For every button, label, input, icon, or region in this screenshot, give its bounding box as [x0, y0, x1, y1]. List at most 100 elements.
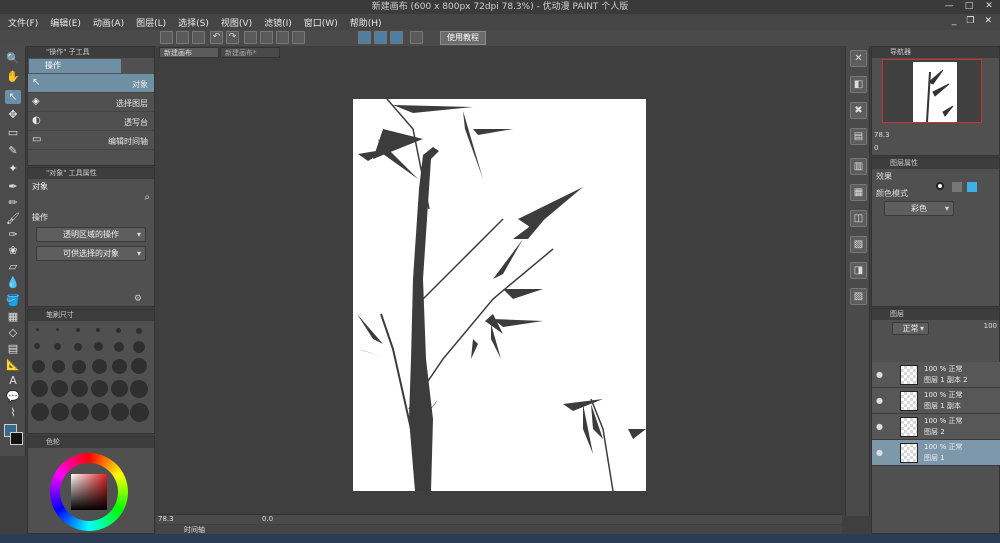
panel-icon-1[interactable]: ◧	[850, 76, 867, 93]
sub-color-swatch[interactable]	[10, 432, 23, 445]
fill-icon[interactable]	[260, 31, 273, 44]
menu-edit[interactable]: 编辑(E)	[50, 16, 81, 29]
decoration-tool-icon[interactable]: ❀	[5, 244, 21, 258]
selectable-object-dropdown[interactable]: 可供选择的对象	[36, 246, 146, 261]
brush-size-option[interactable]	[56, 328, 59, 331]
correction-tool-icon[interactable]: ⌇	[5, 406, 21, 420]
brush-size-option[interactable]	[111, 403, 129, 421]
brush-size-option[interactable]	[54, 343, 61, 350]
menu-view[interactable]: 视图(V)	[221, 16, 252, 29]
snap-ruler-icon[interactable]	[358, 31, 371, 44]
open-file-icon[interactable]	[176, 31, 189, 44]
eye-icon[interactable]: ●	[876, 396, 883, 405]
figure-tool-icon[interactable]: ◇	[5, 326, 21, 340]
settings-icon[interactable]: ⚙	[134, 294, 142, 304]
brush-size-option[interactable]	[92, 359, 107, 374]
close-panel-icon[interactable]: ✕	[850, 50, 867, 67]
autoselect-tool-icon[interactable]: ✦	[5, 162, 21, 176]
brush-size-option[interactable]	[133, 341, 145, 353]
menu-help[interactable]: 帮助(H)	[350, 16, 382, 29]
subtool-timeline[interactable]: ▭ 编辑时间轴	[28, 131, 154, 150]
tab-document-2[interactable]: 新建画布*	[220, 47, 280, 58]
snap-grid-icon[interactable]	[390, 31, 403, 44]
subtool-group-tab[interactable]: 操作	[29, 59, 121, 73]
menubar-restore-icon[interactable]: ❐	[966, 16, 974, 26]
brush-size-option[interactable]	[136, 328, 142, 334]
subtool-light-table[interactable]: ◐ 透写台	[28, 112, 154, 131]
operation-tool-icon[interactable]: ↖	[5, 90, 21, 104]
hand-tool-icon[interactable]: ✋	[5, 70, 21, 84]
brush-size-option[interactable]	[31, 380, 48, 397]
panel-icon-9[interactable]: ▨	[850, 288, 867, 305]
brush-size-option[interactable]	[130, 403, 149, 422]
close-icon[interactable]: ✕	[982, 1, 996, 12]
color-mode-dropdown[interactable]: 彩色	[884, 201, 954, 216]
selection-tool-icon[interactable]: ▭	[5, 126, 21, 140]
brush-size-option[interactable]	[91, 380, 108, 397]
frame-tool-icon[interactable]: ▤	[5, 342, 21, 356]
panel-icon-5[interactable]: ▦	[850, 184, 867, 201]
menu-file[interactable]: 文件(F)	[8, 16, 38, 29]
navigator-preview[interactable]	[882, 59, 982, 123]
brush-size-option[interactable]	[71, 403, 89, 421]
text-tool-icon[interactable]: A	[5, 374, 21, 388]
saturation-value-square[interactable]	[71, 474, 107, 510]
brush-size-option[interactable]	[52, 360, 65, 373]
airbrush-tool-icon[interactable]: ✑	[5, 228, 21, 242]
eyedropper-tool-icon[interactable]: ✎	[5, 144, 21, 158]
snap-special-ruler-icon[interactable]	[374, 31, 387, 44]
ruler-tool-icon[interactable]: 📐	[5, 358, 21, 372]
brush-size-option[interactable]	[72, 360, 86, 374]
menu-window[interactable]: 窗口(W)	[304, 16, 338, 29]
brush-size-option[interactable]	[36, 328, 39, 331]
subtool-object[interactable]: ↖ 对象	[28, 74, 154, 93]
save-icon[interactable]	[192, 31, 205, 44]
tutorial-button[interactable]: 使用教程	[440, 31, 486, 45]
tab-document-1[interactable]: 新建画布	[159, 47, 219, 58]
brush-size-option[interactable]	[111, 380, 128, 397]
panel-icon-8[interactable]: ◨	[850, 262, 867, 279]
layer-row-selected[interactable]: ● 100 % 正常 图层 1	[872, 440, 1000, 466]
layer-row[interactable]: ● 100 % 正常 图层 2	[872, 414, 1000, 440]
transparent-area-dropdown[interactable]: 透明区域的操作	[36, 227, 146, 242]
angle-readout[interactable]: 0.0	[262, 515, 273, 523]
redo-icon[interactable]: ↷	[226, 31, 239, 44]
panel-icon-7[interactable]: ▧	[850, 236, 867, 253]
brush-size-option[interactable]	[31, 403, 49, 421]
panel-icon-3[interactable]: ▤	[850, 128, 867, 145]
transform-icon[interactable]	[244, 31, 257, 44]
brush-size-option[interactable]	[91, 403, 109, 421]
blend-tool-icon[interactable]: 💧	[5, 276, 21, 290]
layer-opacity-value[interactable]: 100	[984, 322, 997, 330]
move-layer-tool-icon[interactable]: ✥	[5, 108, 21, 122]
menu-select[interactable]: 选择(S)	[178, 16, 209, 29]
brush-size-option[interactable]	[51, 403, 69, 421]
menu-filter[interactable]: 滤镜(I)	[264, 16, 292, 29]
menubar-minimize-icon[interactable]: _	[952, 16, 957, 26]
balloon-tool-icon[interactable]: 💬	[5, 390, 21, 404]
brush-size-option[interactable]	[112, 359, 127, 374]
property-search-icon[interactable]: ⌕	[144, 192, 150, 203]
eraser-tool-icon[interactable]: ▱	[5, 260, 21, 274]
menu-layer[interactable]: 图层(L)	[136, 16, 166, 29]
panel-icon-6[interactable]: ◫	[850, 210, 867, 227]
navigator-angle[interactable]: 0	[874, 144, 878, 152]
menu-animation[interactable]: 动画(A)	[93, 16, 124, 29]
brush-size-option[interactable]	[116, 328, 121, 333]
eye-icon[interactable]: ●	[876, 370, 883, 379]
brush-size-option[interactable]	[94, 342, 103, 351]
minimize-icon[interactable]: —	[942, 1, 956, 12]
hue-ring[interactable]	[50, 453, 128, 531]
zoom-readout[interactable]: 78.3	[158, 515, 174, 523]
brush-size-option[interactable]	[51, 380, 68, 397]
maximize-icon[interactable]: □	[962, 1, 976, 12]
brush-size-option[interactable]	[32, 360, 45, 373]
eye-icon[interactable]: ●	[876, 448, 883, 457]
brush-size-option[interactable]	[131, 358, 147, 374]
rotate-icon[interactable]	[276, 31, 289, 44]
drawing-canvas[interactable]	[353, 99, 646, 491]
eye-icon[interactable]: ●	[876, 422, 883, 431]
brush-size-option[interactable]	[76, 328, 80, 332]
tone-effect-icon[interactable]	[952, 182, 962, 192]
panel-icon-4[interactable]: ▥	[850, 158, 867, 175]
